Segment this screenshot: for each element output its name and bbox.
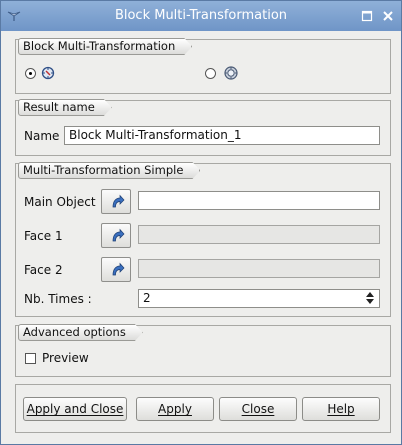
select-arrow-icon (112, 228, 125, 242)
face1-field[interactable] (138, 225, 380, 244)
face2-select-button[interactable] (101, 257, 131, 282)
minimize-icon[interactable] (359, 8, 375, 24)
method-group: Block Multi-Transformation (15, 39, 391, 94)
preview-checkbox[interactable] (25, 353, 36, 364)
preview-label[interactable]: Preview (42, 351, 89, 365)
close-icon[interactable] (380, 8, 396, 24)
simple-transformation-icon (41, 66, 55, 80)
name-field[interactable]: Block Multi-Transformation_1 (64, 126, 380, 145)
button-bar: Apply and Close Apply Close Help (15, 384, 391, 433)
help-button[interactable]: Help (302, 397, 380, 421)
select-arrow-icon (112, 194, 125, 208)
radio-simple-transformation[interactable] (25, 68, 36, 79)
dialog-window: Block Multi-Transformation Block Multi-T… (0, 0, 402, 445)
advanced-options-legend: Advanced options (18, 324, 143, 341)
face2-field[interactable] (138, 259, 380, 278)
result-name-group: Result name Name Block Multi-Transformat… (15, 100, 391, 156)
apply-and-close-button[interactable]: Apply and Close (23, 397, 127, 421)
close-button[interactable]: Close (219, 397, 297, 421)
main-object-field[interactable] (138, 191, 380, 210)
title-bar[interactable]: Block Multi-Transformation (1, 1, 401, 31)
multi-transformation-group: Multi-Transformation Simple Main Object … (15, 163, 391, 317)
nb-times-label: Nb. Times : (24, 292, 92, 306)
method-group-legend: Block Multi-Transformation (18, 38, 192, 55)
face1-label: Face 1 (24, 229, 63, 243)
nb-times-spinbox[interactable]: 2 (138, 289, 380, 308)
spin-down-icon[interactable] (363, 298, 377, 306)
apply-button[interactable]: Apply (136, 397, 214, 421)
window-title: Block Multi-Transformation (114, 8, 288, 23)
main-object-select-button[interactable] (101, 189, 131, 214)
select-arrow-icon (112, 262, 125, 276)
radio-double-transformation[interactable] (205, 68, 216, 79)
name-label: Name (24, 129, 60, 143)
face1-select-button[interactable] (101, 223, 131, 248)
main-object-label: Main Object (24, 195, 96, 209)
spin-up-icon[interactable] (363, 290, 377, 298)
double-transformation-icon (224, 66, 238, 80)
multi-transformation-legend: Multi-Transformation Simple (18, 162, 200, 179)
face2-label: Face 2 (24, 263, 63, 277)
advanced-options-group: Advanced options Preview (15, 325, 391, 377)
result-name-legend: Result name (18, 99, 112, 116)
nb-times-value: 2 (143, 291, 151, 305)
